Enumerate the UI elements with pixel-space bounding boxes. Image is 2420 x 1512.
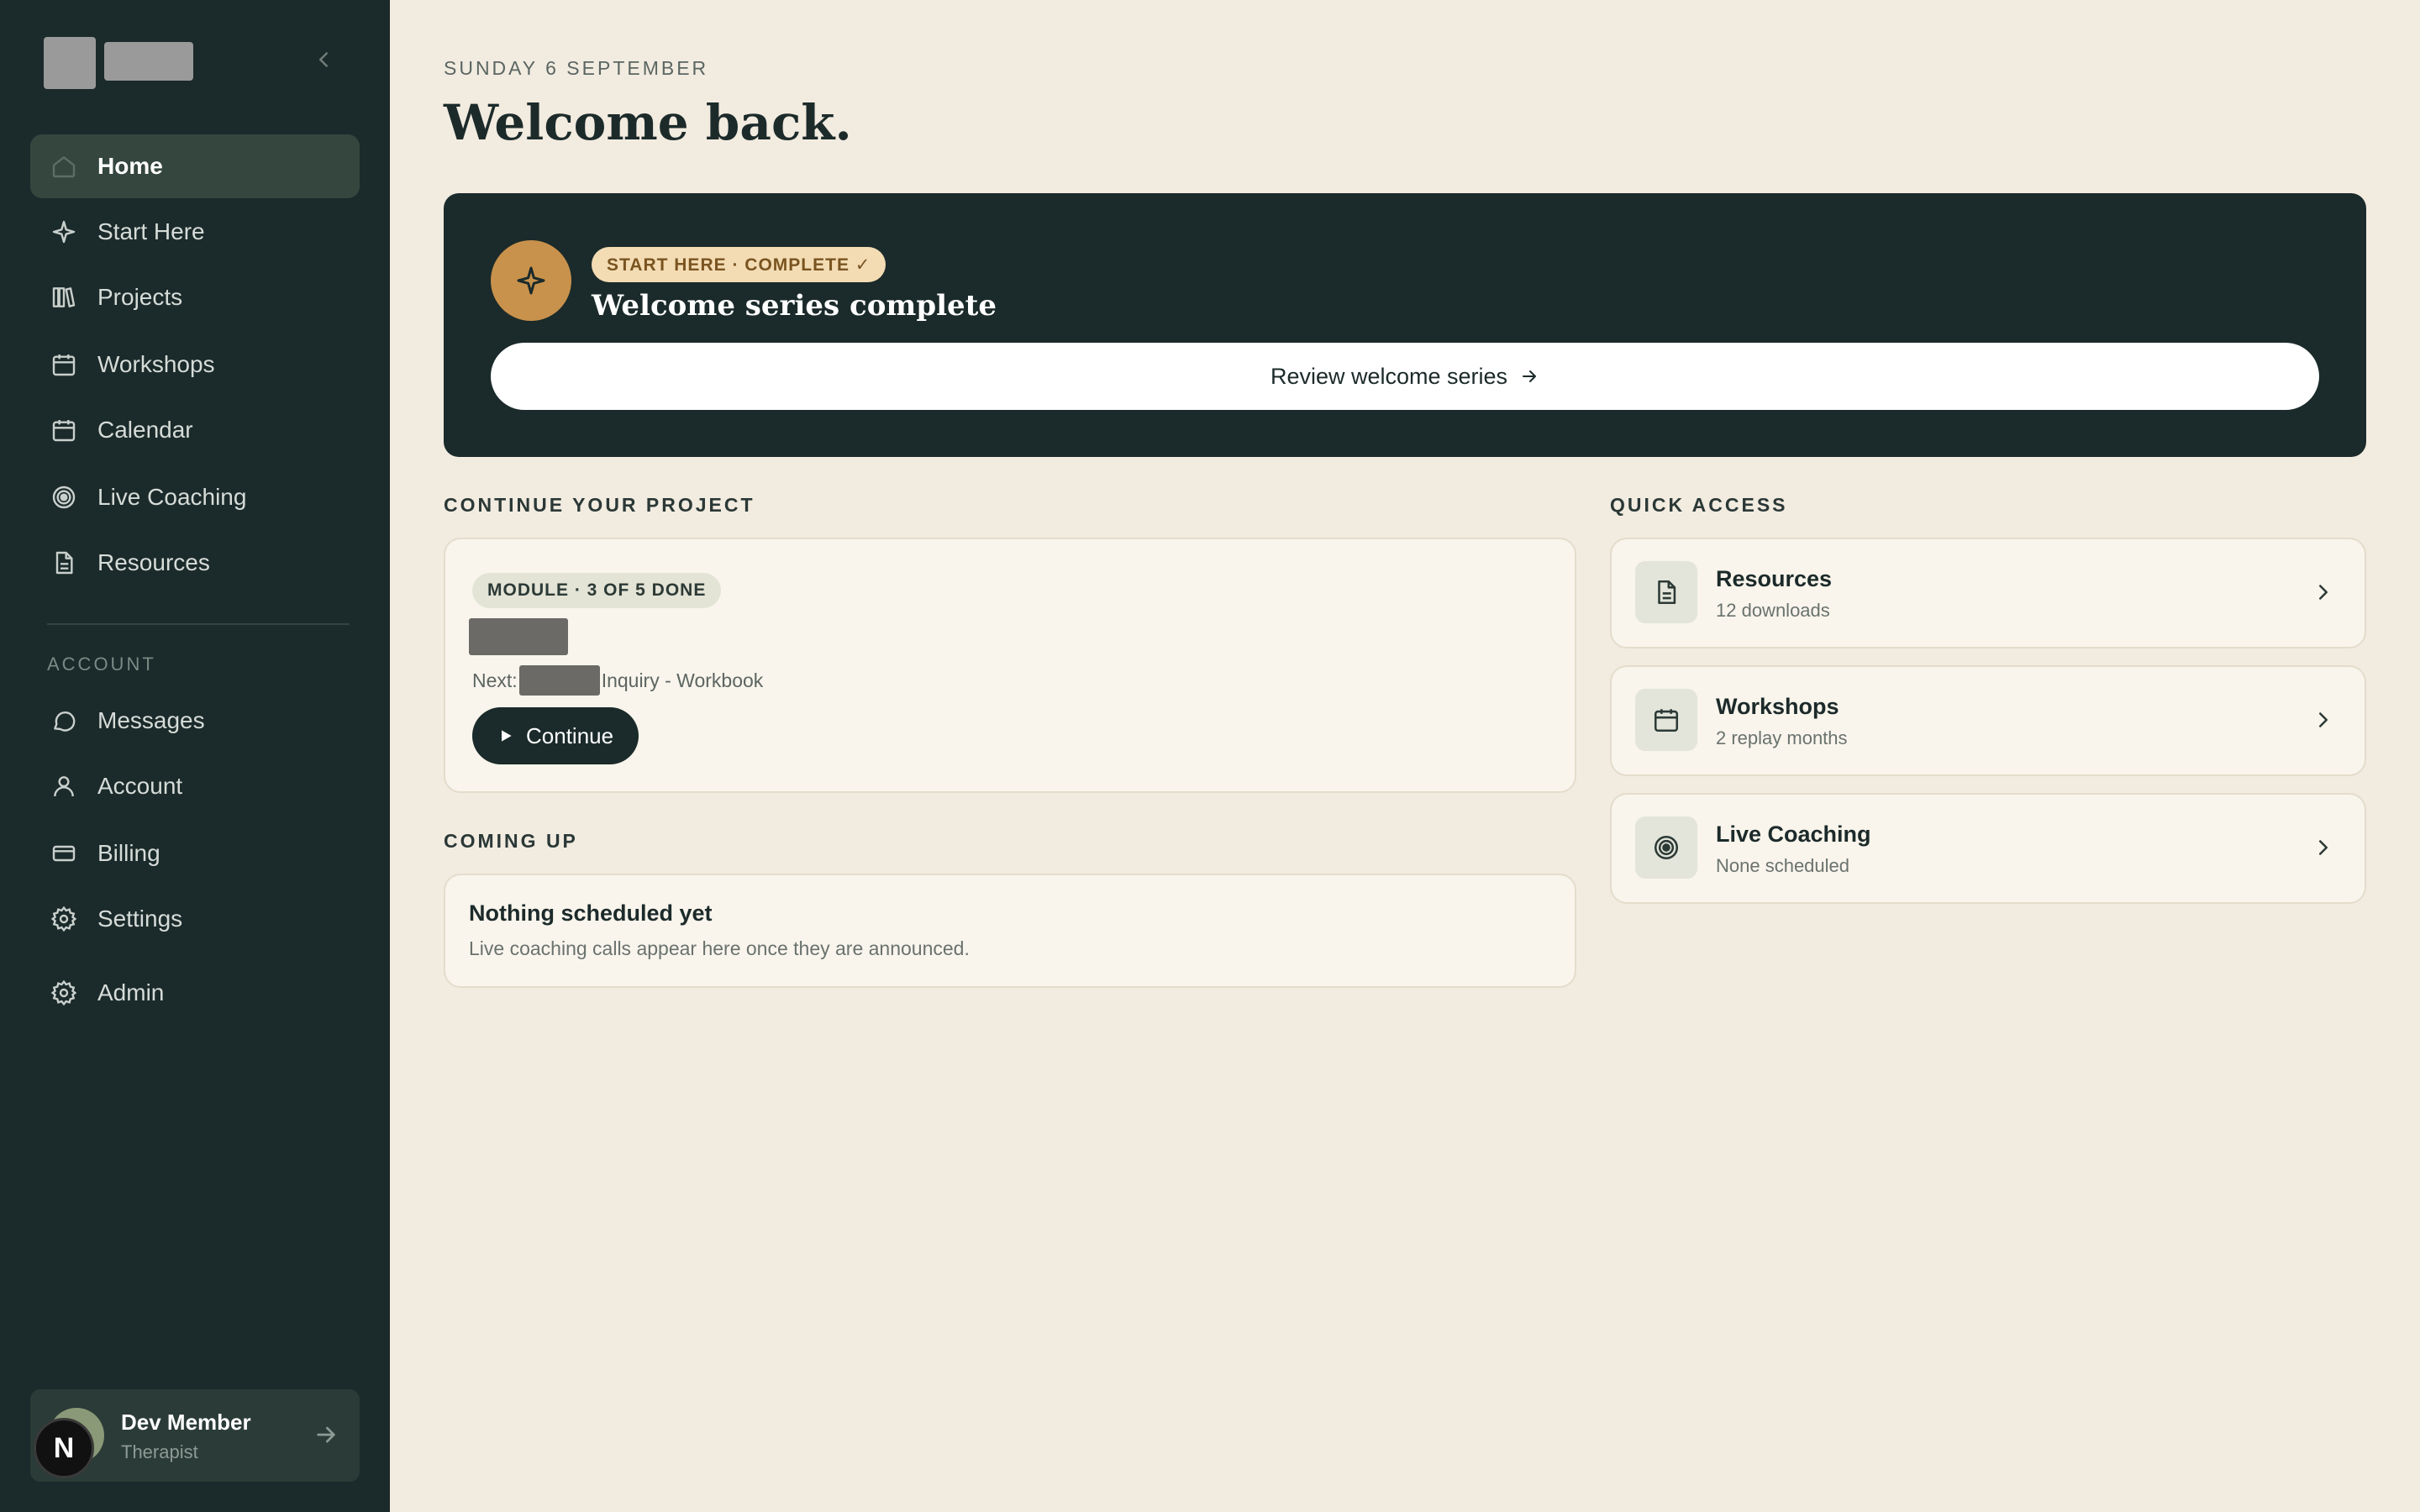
home-icon xyxy=(49,151,79,181)
chevron-right-icon xyxy=(2319,840,2328,855)
quick-access-title: Resources xyxy=(1716,566,1833,591)
status-badge: START HERE · COMPLETE ✓ xyxy=(592,247,886,282)
next-prefix: Next: xyxy=(472,669,518,691)
sidebar-item-calendar[interactable]: Calendar xyxy=(30,398,360,462)
document-icon xyxy=(1635,561,1697,623)
calendar-icon xyxy=(1635,689,1697,751)
quick-access-title: Live Coaching xyxy=(1716,822,1871,847)
sidebar-item-label: Billing xyxy=(97,840,160,866)
quick-access-heading: QUICK ACCESS xyxy=(1610,494,1788,516)
continue-project-heading: CONTINUE YOUR PROJECT xyxy=(444,494,755,516)
logo-wordmark xyxy=(104,42,193,81)
sidebar-item-label: Resources xyxy=(97,549,210,575)
arrow-right-icon xyxy=(317,1426,335,1443)
sidebar-item-label: Calendar xyxy=(97,417,193,443)
sidebar-item-projects[interactable]: Projects xyxy=(30,265,360,329)
credit-card-icon xyxy=(49,838,79,869)
coming-up-subtitle: Live coaching calls appear here once the… xyxy=(469,937,970,959)
coming-up-heading: COMING UP xyxy=(444,830,578,852)
document-icon xyxy=(49,548,79,578)
sparkle-icon xyxy=(491,240,571,321)
sidebar-item-resources[interactable]: Resources xyxy=(30,531,360,595)
target-icon xyxy=(49,482,79,512)
hero-title: Welcome series complete xyxy=(592,289,997,323)
quick-access-live-coaching[interactable]: Live Coaching None scheduled xyxy=(1610,793,2366,904)
books-icon xyxy=(49,282,79,312)
sidebar-item-admin[interactable]: Admin xyxy=(30,961,360,1025)
sparkle-icon xyxy=(49,217,79,247)
chevron-left-icon xyxy=(319,52,328,67)
sidebar-item-account[interactable]: Account xyxy=(30,754,360,818)
sidebar-item-label: Account xyxy=(97,773,183,799)
quick-access-subtitle: None scheduled xyxy=(1716,855,1850,876)
sidebar: Home Start Here Projects Workshops Calen… xyxy=(0,0,390,1512)
continue-button[interactable]: Continue xyxy=(472,707,639,764)
sidebar-item-label: Home xyxy=(97,153,163,179)
sidebar-item-settings[interactable]: Settings xyxy=(30,887,360,951)
sidebar-divider xyxy=(47,623,350,625)
continue-project-card: MODULE · 3 OF 5 DONE Next: Inquiry - Wor… xyxy=(444,538,1576,793)
button-label: Continue xyxy=(526,722,614,748)
gear-icon xyxy=(49,904,79,934)
user-profile-card[interactable]: N Dev Member Therapist xyxy=(30,1389,360,1482)
user-icon xyxy=(49,771,79,801)
target-icon xyxy=(1635,816,1697,879)
play-icon xyxy=(502,730,512,742)
chevron-right-icon xyxy=(2319,712,2328,727)
collapse-sidebar-button[interactable] xyxy=(311,47,336,72)
current-date: SUNDAY 6 SEPTEMBER xyxy=(444,57,709,79)
sidebar-item-label: Live Coaching xyxy=(97,484,247,510)
user-role: Therapist xyxy=(121,1441,198,1462)
sidebar-item-label: Projects xyxy=(97,284,183,310)
page-title: Welcome back. xyxy=(444,94,852,151)
quick-access-workshops[interactable]: Workshops 2 replay months xyxy=(1610,665,2366,776)
coming-up-title: Nothing scheduled yet xyxy=(469,900,713,926)
sidebar-item-live-coaching[interactable]: Live Coaching xyxy=(30,465,360,529)
quick-access-resources[interactable]: Resources 12 downloads xyxy=(1610,538,2366,648)
sidebar-item-home[interactable]: Home xyxy=(30,134,360,198)
user-name: Dev Member xyxy=(121,1410,251,1435)
quick-access-title: Workshops xyxy=(1716,694,1839,719)
calendar-icon xyxy=(49,349,79,380)
sidebar-item-label: Start Here xyxy=(97,218,205,244)
avatar-initial-badge: N xyxy=(34,1418,94,1478)
quick-access-subtitle: 2 replay months xyxy=(1716,727,1848,748)
arrow-right-icon xyxy=(1523,370,1537,382)
next-lesson-title: Inquiry - Workbook xyxy=(601,669,764,691)
sidebar-item-start-here[interactable]: Start Here xyxy=(30,200,360,264)
calendar-icon xyxy=(49,415,79,445)
sidebar-item-label: Workshops xyxy=(97,351,215,377)
chat-icon xyxy=(49,706,79,736)
button-label: Review welcome series xyxy=(1270,363,1508,389)
sidebar-item-workshops[interactable]: Workshops xyxy=(30,333,360,396)
chevron-right-icon xyxy=(2319,585,2328,600)
logo-mark xyxy=(44,37,96,89)
quick-access-subtitle: 12 downloads xyxy=(1716,600,1830,621)
redacted-project-title xyxy=(469,618,568,655)
review-welcome-series-button[interactable]: Review welcome series xyxy=(491,343,2319,410)
coming-up-card: Nothing scheduled yet Live coaching call… xyxy=(444,874,1576,988)
sidebar-item-label: Admin xyxy=(97,979,165,1005)
sidebar-item-label: Messages xyxy=(97,707,205,733)
sidebar-item-label: Settings xyxy=(97,906,183,932)
account-section-label: ACCOUNT xyxy=(47,654,156,675)
welcome-series-card: START HERE · COMPLETE ✓ Welcome series c… xyxy=(444,193,2366,457)
next-lesson: Next: Inquiry - Workbook xyxy=(472,665,763,696)
module-progress-badge: MODULE · 3 OF 5 DONE xyxy=(472,573,722,608)
redacted-text xyxy=(518,665,600,696)
sidebar-item-messages[interactable]: Messages xyxy=(30,689,360,753)
sidebar-item-billing[interactable]: Billing xyxy=(30,822,360,885)
gear-icon xyxy=(49,978,79,1008)
